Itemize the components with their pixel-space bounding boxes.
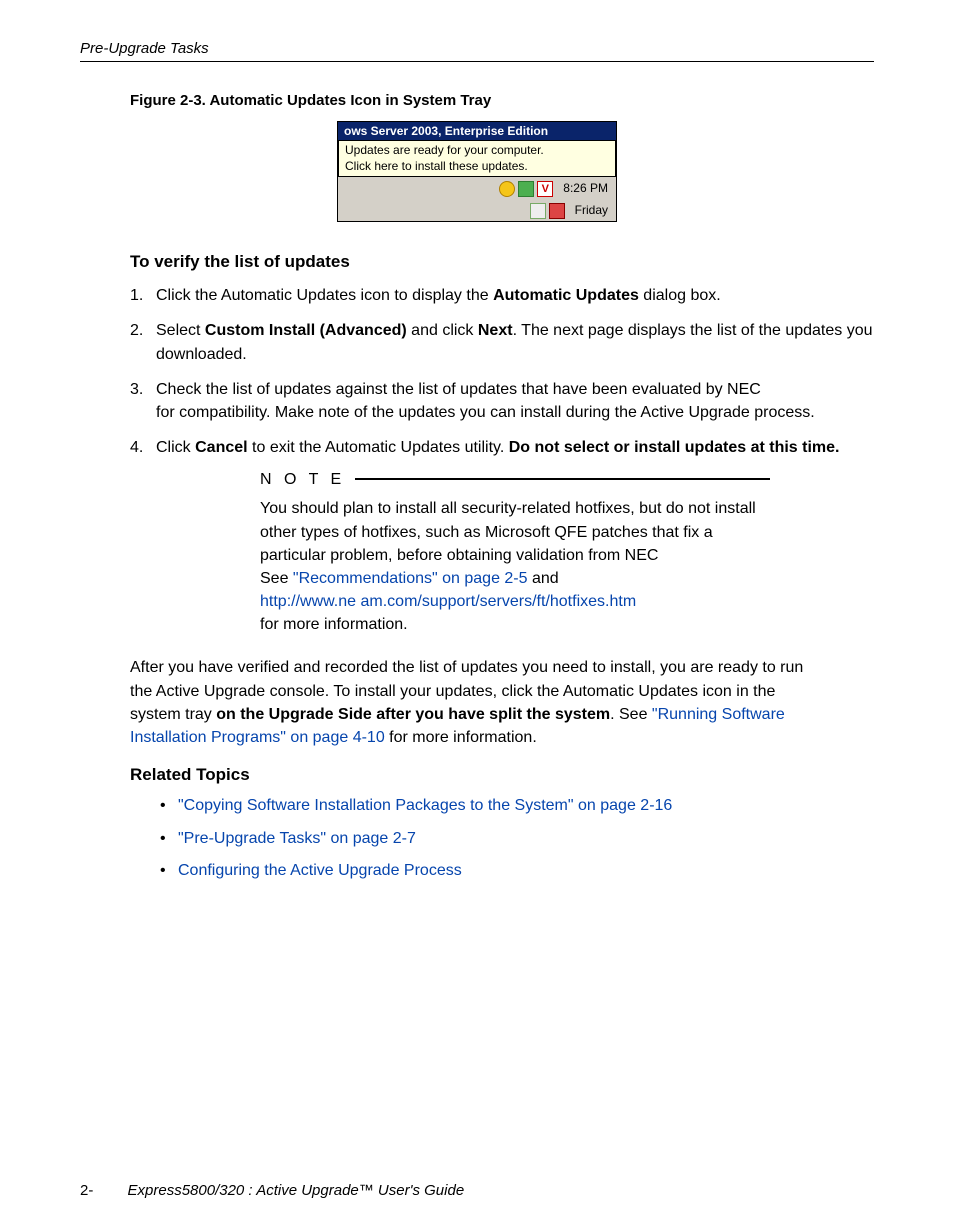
text: and click: [407, 322, 478, 339]
monitor-icon: [530, 203, 546, 219]
note-body: You should plan to install all security-…: [260, 497, 770, 636]
window-titlebar: ows Server 2003, Enterprise Edition: [338, 122, 616, 140]
text: to exit the Automatic Updates utility.: [248, 439, 509, 456]
note-block: N O T E You should plan to install all s…: [260, 471, 770, 636]
running-header: Pre-Upgrade Tasks: [80, 40, 874, 62]
device-icon: [549, 203, 565, 219]
after-paragraph: After you have verified and recorded the…: [130, 656, 824, 749]
step-body: Select Custom Install (Advanced) and cli…: [156, 319, 874, 365]
list-item: "Copying Software Installation Packages …: [160, 795, 874, 817]
balloon-line2: Click here to install these updates.: [345, 159, 528, 173]
book-title: Express5800/320 : Active Upgrade™ User's…: [128, 1182, 465, 1199]
tray-icons-lower: [530, 203, 565, 219]
list-item: 1. Click the Automatic Updates icon to d…: [130, 284, 874, 307]
note-label: N O T E: [260, 471, 345, 489]
text: . See: [610, 706, 652, 723]
note-header-row: N O T E: [260, 471, 770, 489]
text: Click: [156, 439, 195, 456]
list-item: "Pre-Upgrade Tasks" on page 2-7: [160, 828, 874, 850]
list-item: 4. Click Cancel to exit the Automatic Up…: [130, 436, 874, 459]
text: for more information.: [385, 729, 537, 746]
text: dialog box.: [639, 287, 721, 304]
page-number: 2-: [80, 1182, 93, 1199]
step-number: 1.: [130, 284, 156, 307]
update-balloon: Updates are ready for your computer. Cli…: [338, 140, 616, 177]
tray-clock: 8:26 PM: [563, 181, 608, 197]
network-icon: [518, 181, 534, 197]
bold-text: Custom Install (Advanced): [205, 322, 407, 339]
related-topics-list: "Copying Software Installation Packages …: [160, 795, 874, 882]
list-item: 3. Check the list of updates against the…: [130, 378, 874, 424]
text: for more information.: [260, 616, 408, 633]
tray-upper: V 8:26 PM: [338, 177, 616, 201]
system-tray-figure: ows Server 2003, Enterprise Edition Upda…: [337, 121, 617, 222]
text: You should plan to install all security-…: [260, 500, 756, 563]
bold-text: Automatic Updates: [493, 287, 639, 304]
note-rule: [355, 478, 770, 480]
bold-text: Do not select or install updates at this…: [509, 439, 840, 456]
step-number: 2.: [130, 319, 156, 365]
pre-upgrade-tasks-link[interactable]: "Pre-Upgrade Tasks" on page 2-7: [178, 830, 416, 847]
hotfixes-url-link[interactable]: http://www.ne am.com/support/servers/ft/…: [260, 593, 636, 610]
tray-day: Friday: [575, 203, 608, 219]
step-number: 4.: [130, 436, 156, 459]
bold-text: on the Upgrade Side after you have split…: [216, 706, 610, 723]
text: Select: [156, 322, 205, 339]
related-topics-heading: Related Topics: [130, 765, 874, 785]
text: and: [528, 570, 559, 587]
step-number: 3.: [130, 378, 156, 424]
text: See: [260, 570, 293, 587]
figure-caption: Figure 2-3. Automatic Updates Icon in Sy…: [130, 92, 874, 109]
list-item: Configuring the Active Upgrade Process: [160, 860, 874, 882]
step-body: Click Cancel to exit the Automatic Updat…: [156, 436, 874, 459]
step-body: Check the list of updates against the li…: [156, 378, 874, 424]
configuring-process-link[interactable]: Configuring the Active Upgrade Process: [178, 862, 462, 879]
balloon-line1: Updates are ready for your computer.: [345, 143, 544, 157]
verify-heading: To verify the list of updates: [130, 252, 874, 272]
security-shield-icon: V: [537, 181, 553, 197]
copying-packages-link[interactable]: "Copying Software Installation Packages …: [178, 797, 672, 814]
recommendations-link[interactable]: "Recommendations" on page 2-5: [293, 570, 528, 587]
tray-lower: Friday: [338, 201, 616, 221]
list-item: 2. Select Custom Install (Advanced) and …: [130, 319, 874, 365]
text: Click the Automatic Updates icon to disp…: [156, 287, 493, 304]
page-footer: 2- Express5800/320 : Active Upgrade™ Use…: [80, 1182, 464, 1199]
step-body: Click the Automatic Updates icon to disp…: [156, 284, 874, 307]
bold-text: Cancel: [195, 439, 247, 456]
bold-text: Next: [478, 322, 513, 339]
update-ready-icon: [499, 181, 515, 197]
tray-icons-upper: V: [499, 181, 553, 197]
verify-steps: 1. Click the Automatic Updates icon to d…: [130, 284, 874, 459]
